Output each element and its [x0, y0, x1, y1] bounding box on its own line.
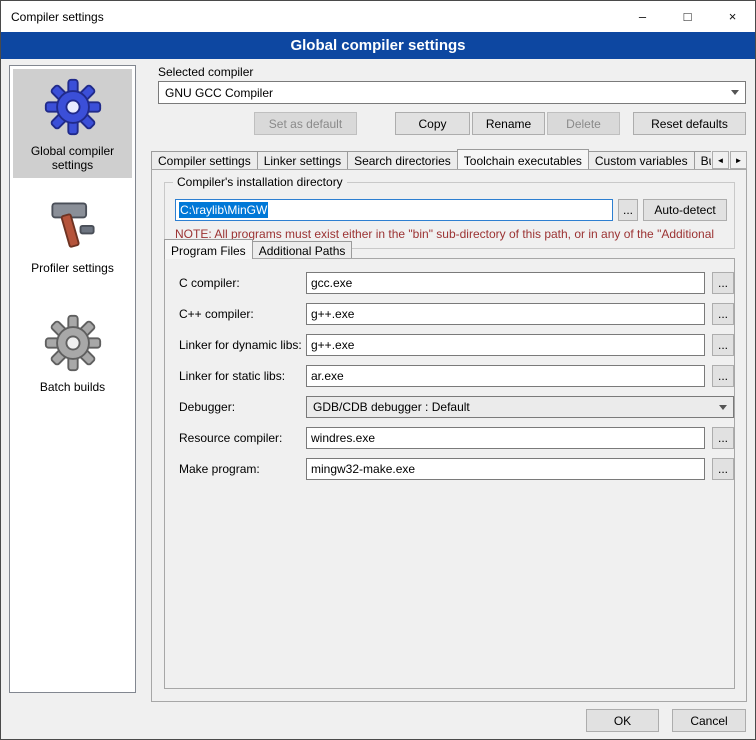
form-row-c-compiler: C compiler: ... — [179, 272, 724, 295]
browse-button[interactable]: ... — [712, 458, 734, 480]
field-label: Make program: — [179, 458, 260, 480]
sidebar-item-global-compiler-settings[interactable]: Global compiler settings — [13, 69, 132, 178]
browse-directory-button[interactable]: ... — [618, 199, 638, 221]
ok-button[interactable]: OK — [586, 709, 659, 732]
chevron-down-icon — [731, 90, 739, 95]
field-label: C++ compiler: — [179, 303, 254, 325]
set-as-default-button[interactable]: Set as default — [254, 112, 357, 135]
form-row-dynamic-linker: Linker for dynamic libs: ... — [179, 334, 724, 357]
installation-directory-value: C:\raylib\MinGW — [179, 202, 268, 218]
program-files-panel: C compiler: ... C++ compiler: ... Linker… — [164, 258, 735, 689]
tab-additional-paths[interactable]: Additional Paths — [252, 241, 353, 259]
selected-compiler-dropdown[interactable]: GNU GCC Compiler — [158, 81, 746, 104]
maximize-button[interactable]: □ — [665, 1, 710, 32]
form-row-resource-compiler: Resource compiler: ... — [179, 427, 724, 450]
settings-category-list: Global compiler settings Profiler settin… — [9, 65, 136, 693]
rename-button[interactable]: Rename — [472, 112, 545, 135]
program-files-tabstrip: Program Files Additional Paths — [164, 238, 735, 259]
window-title: Compiler settings — [1, 1, 620, 32]
installation-directory-input[interactable]: C:\raylib\MinGW — [175, 199, 613, 221]
gray-gear-icon — [43, 313, 103, 373]
compiler-settings-dialog: Compiler settings – □ × Global compiler … — [0, 0, 756, 740]
make-program-input[interactable] — [306, 458, 705, 480]
close-button[interactable]: × — [710, 1, 755, 32]
sidebar-item-profiler-settings[interactable]: Profiler settings — [13, 186, 132, 281]
c-compiler-input[interactable] — [306, 272, 705, 294]
tab-custom-variables[interactable]: Custom variables — [588, 151, 695, 169]
tab-build-options-truncated[interactable]: Buil — [694, 151, 711, 169]
form-row-debugger: Debugger: GDB/CDB debugger : Default — [179, 396, 724, 419]
field-label: C compiler: — [179, 272, 240, 294]
titlebar: Compiler settings – □ × — [1, 1, 755, 32]
tab-scroll-right-button[interactable]: ► — [730, 151, 747, 169]
tab-toolchain-executables[interactable]: Toolchain executables — [457, 149, 589, 169]
browse-button[interactable]: ... — [712, 427, 734, 449]
settings-tabs: Compiler settings Linker settings Search… — [151, 148, 711, 169]
debugger-dropdown[interactable]: GDB/CDB debugger : Default — [306, 396, 734, 418]
resource-compiler-input[interactable] — [306, 427, 705, 449]
selected-compiler-label: Selected compiler — [158, 65, 253, 79]
installation-directory-label: Compiler's installation directory — [173, 175, 347, 189]
browse-button[interactable]: ... — [712, 303, 734, 325]
tab-search-directories[interactable]: Search directories — [347, 151, 458, 169]
tab-scroll-left-button[interactable]: ◄ — [712, 151, 729, 169]
form-row-static-linker: Linker for static libs: ... — [179, 365, 724, 388]
browse-button[interactable]: ... — [712, 365, 734, 387]
sidebar-item-label: Global compiler settings — [15, 144, 130, 172]
auto-detect-button[interactable]: Auto-detect — [643, 199, 727, 221]
field-label: Resource compiler: — [179, 427, 282, 449]
compiler-actions-row: Set as default Copy Rename Delete Reset … — [158, 112, 746, 135]
form-row-make-program: Make program: ... — [179, 458, 724, 481]
minimize-button[interactable]: – — [620, 1, 665, 32]
blue-gear-icon — [43, 77, 103, 137]
copy-button[interactable]: Copy — [395, 112, 470, 135]
sidebar-item-label: Batch builds — [40, 380, 105, 394]
tab-compiler-settings[interactable]: Compiler settings — [151, 151, 258, 169]
tab-linker-settings[interactable]: Linker settings — [257, 151, 348, 169]
field-label: Debugger: — [179, 396, 235, 418]
settings-tabstrip: Compiler settings Linker settings Search… — [151, 148, 747, 169]
debugger-value: GDB/CDB debugger : Default — [313, 400, 470, 414]
chevron-down-icon — [719, 405, 727, 410]
cancel-button[interactable]: Cancel — [672, 709, 746, 732]
sidebar-item-batch-builds[interactable]: Batch builds — [13, 305, 132, 400]
dynamic-linker-input[interactable] — [306, 334, 705, 356]
selected-compiler-value: GNU GCC Compiler — [165, 86, 273, 100]
static-linker-input[interactable] — [306, 365, 705, 387]
delete-button[interactable]: Delete — [547, 112, 620, 135]
field-label: Linker for static libs: — [179, 365, 285, 387]
field-label: Linker for dynamic libs: — [179, 334, 302, 356]
browse-button[interactable]: ... — [712, 272, 734, 294]
sidebar-item-label: Profiler settings — [31, 261, 114, 275]
page-title: Global compiler settings — [1, 32, 755, 59]
cpp-compiler-input[interactable] — [306, 303, 705, 325]
profiler-tool-icon — [43, 194, 103, 254]
reset-defaults-button[interactable]: Reset defaults — [633, 112, 746, 135]
form-row-cpp-compiler: C++ compiler: ... — [179, 303, 724, 326]
browse-button[interactable]: ... — [712, 334, 734, 356]
tab-program-files[interactable]: Program Files — [164, 239, 253, 259]
